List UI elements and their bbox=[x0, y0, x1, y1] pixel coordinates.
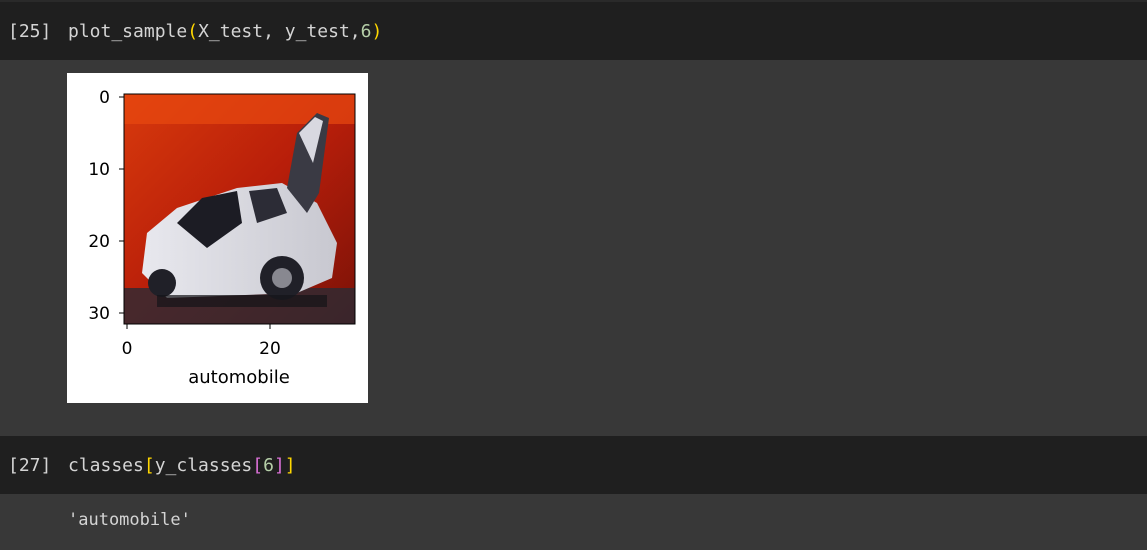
y-axis: 0 10 20 30 bbox=[88, 88, 124, 324]
execution-count: [27] bbox=[8, 454, 52, 476]
code-paren-close: ) bbox=[371, 20, 383, 42]
y-tick-label: 20 bbox=[88, 232, 110, 252]
x-axis-label: automobile bbox=[188, 367, 290, 388]
code-cell-25[interactable]: [25] plot_sample(X_test, y_test,6) bbox=[0, 2, 1147, 60]
y-tick-label: 0 bbox=[99, 88, 110, 108]
y-tick-label: 10 bbox=[88, 160, 110, 180]
code-cell-27[interactable]: [27] classes[y_classes[6]] bbox=[0, 436, 1147, 494]
code-func: classes bbox=[68, 454, 144, 476]
code-line[interactable]: plot_sample(X_test, y_test,6) bbox=[68, 21, 382, 42]
output-area-25: 0 10 20 30 0 20 automobile bbox=[0, 60, 1147, 436]
output-area-27: 'automobile' bbox=[0, 494, 1147, 550]
execution-count: [25] bbox=[8, 20, 52, 42]
output-text: 'automobile' bbox=[68, 510, 191, 530]
code-line[interactable]: classes[y_classes[6]] bbox=[68, 455, 296, 476]
code-inner: y_classes bbox=[154, 454, 253, 476]
x-tick-label: 20 bbox=[259, 339, 281, 359]
code-number: 6 bbox=[360, 20, 372, 42]
plot-svg: 0 10 20 30 0 20 automobile bbox=[88, 88, 356, 388]
code-number: 6 bbox=[263, 454, 274, 476]
code-paren-open: ( bbox=[187, 20, 199, 42]
code-bracket-close: ] bbox=[284, 454, 296, 476]
x-tick-label: 0 bbox=[122, 339, 133, 359]
x-axis: 0 20 automobile bbox=[122, 324, 290, 388]
code-func: plot_sample bbox=[68, 20, 188, 42]
code-bracket-close-inner: ] bbox=[273, 454, 285, 476]
code-args: X_test, y_test, bbox=[198, 20, 361, 42]
y-tick-label: 30 bbox=[88, 304, 110, 324]
code-bracket-open: [ bbox=[143, 454, 155, 476]
code-bracket-open-inner: [ bbox=[252, 454, 264, 476]
plot-image: 0 10 20 30 0 20 automobile bbox=[67, 73, 368, 403]
sample-image bbox=[123, 93, 356, 325]
